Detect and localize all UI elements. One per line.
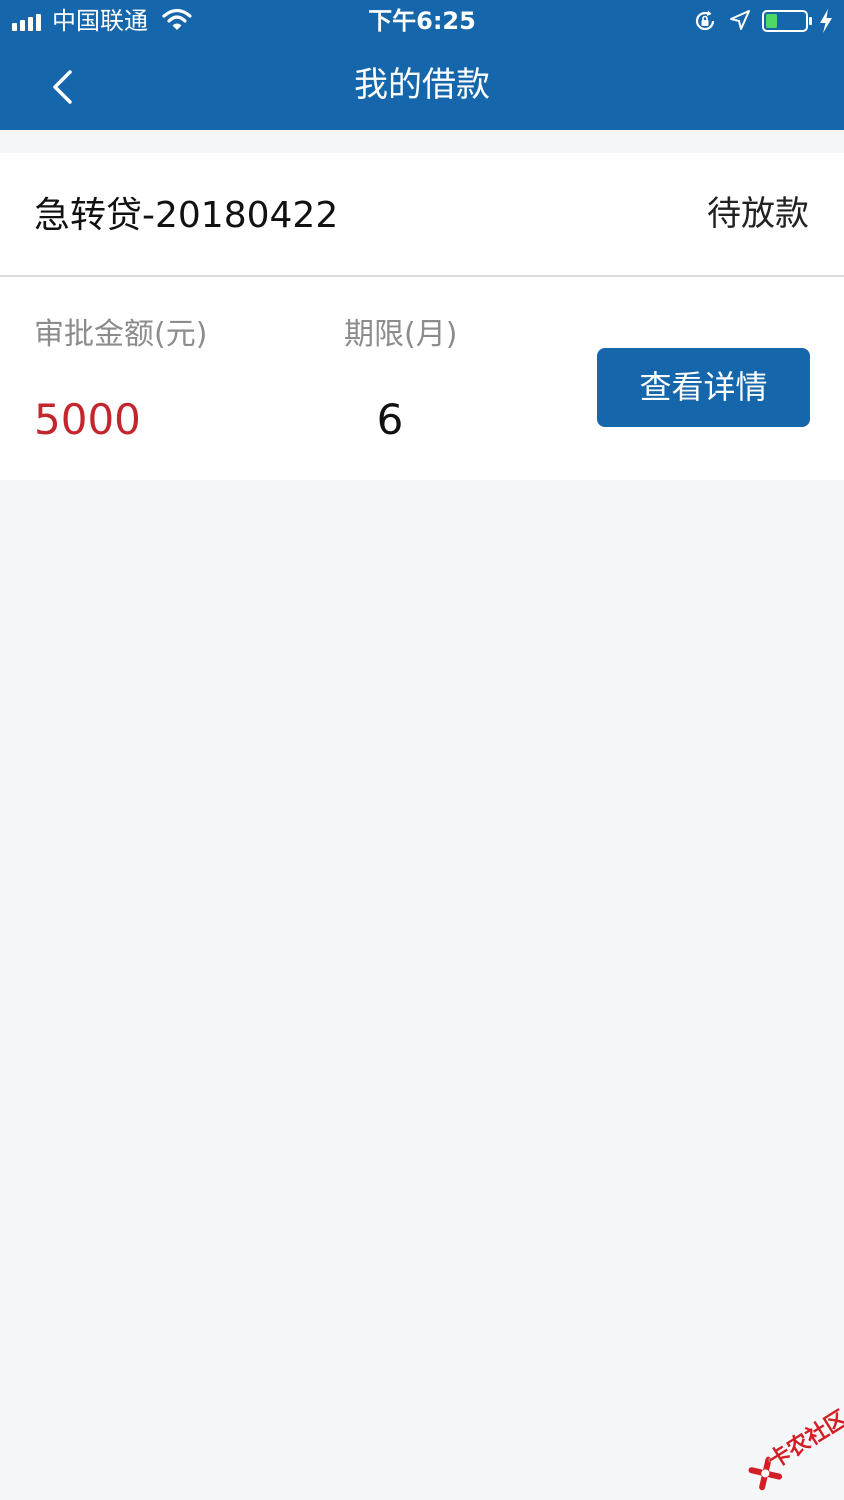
status-bar: 中国联通 下午6:25 [0,0,844,42]
term-label: 期限(月) [344,317,458,352]
location-icon [730,10,750,30]
view-details-button[interactable]: 查看详情 [597,348,810,427]
watermark: 卡农社区 [730,1391,844,1500]
page-title: 我的借款 [354,65,490,105]
loan-card-header: 急转贷-20180422 待放款 [0,153,844,277]
status-time: 下午6:25 [368,7,476,35]
loan-name: 急转贷-20180422 [34,195,339,236]
header: 中国联通 下午6:25 我的借款 [0,0,844,130]
charging-bolt-icon [820,9,832,33]
loan-status: 待放款 [707,194,809,234]
term-value: 6 [376,395,404,444]
app-screen: 中国联通 下午6:25 我的借款 急转贷-20180422 待放款 审批金额(元… [0,0,844,1500]
watermark-text: 卡农社区 [764,1406,844,1475]
battery-icon [762,10,812,32]
rotation-lock-icon [695,10,715,31]
loan-card: 急转贷-20180422 待放款 审批金额(元) 期限(月) 5000 6 查看… [0,153,844,480]
approved-amount-value: 5000 [34,395,141,444]
approved-amount-label: 审批金额(元) [34,317,208,352]
